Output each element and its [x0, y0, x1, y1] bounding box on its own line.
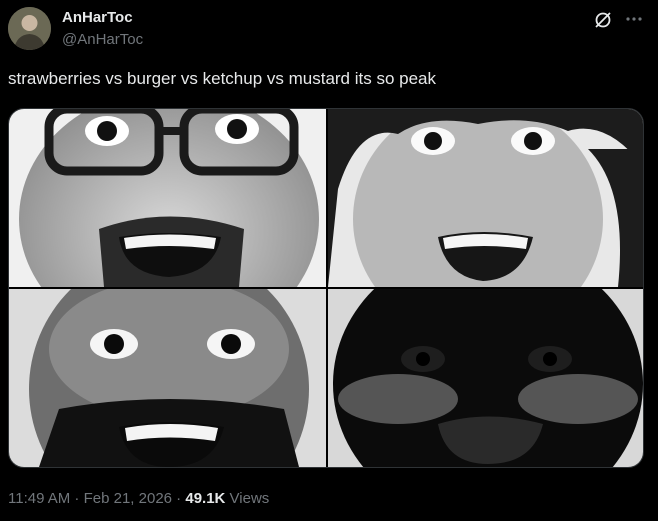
meta-separator: · — [70, 490, 84, 507]
media-image-2[interactable] — [328, 109, 643, 287]
grok-button[interactable] — [591, 8, 615, 32]
face-bald-beard-photo-icon — [9, 289, 326, 467]
avatar-photo-icon — [8, 7, 51, 50]
views-label: Views — [225, 490, 270, 507]
face-curly-hair-photo-icon — [328, 109, 643, 287]
tweet-meta: 11:49 AM · Feb 21, 2026 · 49.1K Views — [8, 490, 269, 507]
tweet-date[interactable]: Feb 21, 2026 — [84, 490, 172, 507]
tweet-text: strawberries vs burger vs ketchup vs mus… — [8, 69, 436, 88]
more-dots-icon — [626, 17, 642, 21]
views-count: 49.1K — [185, 490, 226, 507]
face-glasses-photo-icon — [9, 109, 326, 287]
author-display-name[interactable]: AnHarToc — [62, 9, 133, 26]
tweet-time[interactable]: 11:49 AM — [8, 490, 70, 507]
media-image-1[interactable] — [9, 109, 326, 287]
author-handle[interactable]: @AnHarToc — [62, 31, 143, 48]
face-dark-silhouette-photo-icon — [328, 289, 643, 467]
more-options-button[interactable] — [622, 8, 646, 30]
media-grid — [8, 108, 644, 468]
meta-separator-2: · — [172, 490, 186, 507]
tweet: AnHarToc @AnHarToc strawberries vs burge… — [0, 0, 658, 521]
media-image-3[interactable] — [9, 289, 326, 467]
media-image-4[interactable] — [328, 289, 643, 467]
author-avatar[interactable] — [8, 7, 51, 50]
grok-icon — [595, 12, 611, 28]
